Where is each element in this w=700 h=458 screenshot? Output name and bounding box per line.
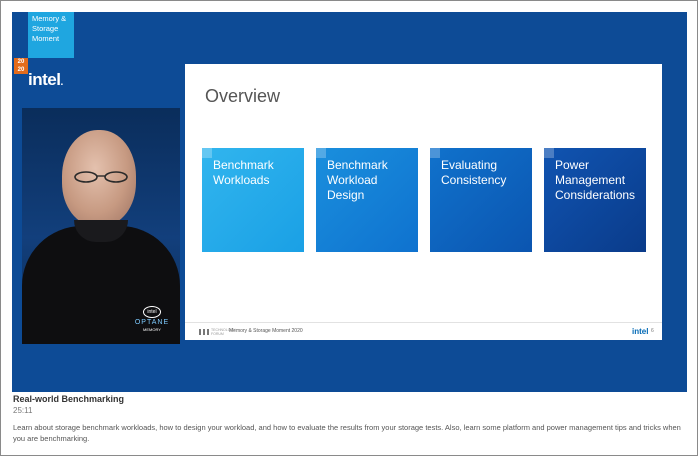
event-name-line: Moment bbox=[32, 34, 60, 43]
event-badge: Memory & Storage Moment bbox=[28, 12, 74, 58]
glasses-icon bbox=[74, 171, 128, 183]
tile-corner bbox=[544, 148, 554, 158]
video-title[interactable]: Real-world Benchmarking bbox=[13, 394, 124, 404]
slide-title: Overview bbox=[205, 86, 281, 106]
tile-benchmark-workloads: Benchmark Workloads bbox=[202, 148, 304, 252]
tile-corner bbox=[316, 148, 326, 158]
slide-footer-event: Memory & Storage Moment 2020 bbox=[229, 328, 303, 334]
tile-benchmark-workload-design: Benchmark Workload Design bbox=[316, 148, 418, 252]
grid-icon bbox=[199, 329, 209, 335]
year-line: 20 bbox=[17, 66, 25, 73]
tile-evaluating-consistency: Evaluating Consistency bbox=[430, 148, 532, 252]
shirt-subtext: MEMORY bbox=[143, 327, 161, 332]
slide-tiles: Benchmark Workloads Benchmark Workload D… bbox=[202, 148, 662, 252]
intel-logo: intel. bbox=[28, 70, 63, 89]
slide-footer-tag: TECHNOLOGY FORUM bbox=[211, 328, 236, 336]
tile-label: Evaluating Consistency bbox=[441, 158, 507, 187]
tile-label: Benchmark Workload Design bbox=[327, 158, 388, 202]
tile-power-management: Power Management Considerations bbox=[544, 148, 646, 252]
slide-footer: TECHNOLOGY FORUM Memory & Storage Moment… bbox=[185, 322, 662, 341]
tile-label: Benchmark Workloads bbox=[213, 158, 274, 187]
tile-corner bbox=[202, 148, 212, 158]
slide-intel-logo: intel bbox=[632, 327, 649, 336]
shirt-brand: intel bbox=[143, 306, 161, 318]
video-description: Learn about storage benchmark workloads,… bbox=[13, 423, 681, 443]
presenter-video: intel OPTANE MEMORY bbox=[22, 108, 180, 344]
video-duration: 25:11 bbox=[13, 406, 33, 415]
video-player[interactable]: Memory & Storage Moment 20 20 intel. int… bbox=[12, 12, 687, 392]
slide-page-number: 6 bbox=[651, 328, 654, 334]
tile-corner bbox=[430, 148, 440, 158]
shirt-product: OPTANE bbox=[134, 319, 170, 326]
year-line: 20 bbox=[17, 59, 25, 65]
tile-label: Power Management Considerations bbox=[555, 158, 636, 202]
event-name-line: Storage bbox=[32, 24, 59, 33]
year-badge: 20 20 bbox=[14, 58, 28, 74]
presentation-slide: Overview Benchmark Workloads Benchmark W… bbox=[185, 64, 662, 340]
intel-logo-text: intel bbox=[28, 70, 61, 89]
event-name-line: Memory & bbox=[32, 14, 67, 23]
shirt-logo: intel OPTANE MEMORY bbox=[130, 306, 174, 333]
